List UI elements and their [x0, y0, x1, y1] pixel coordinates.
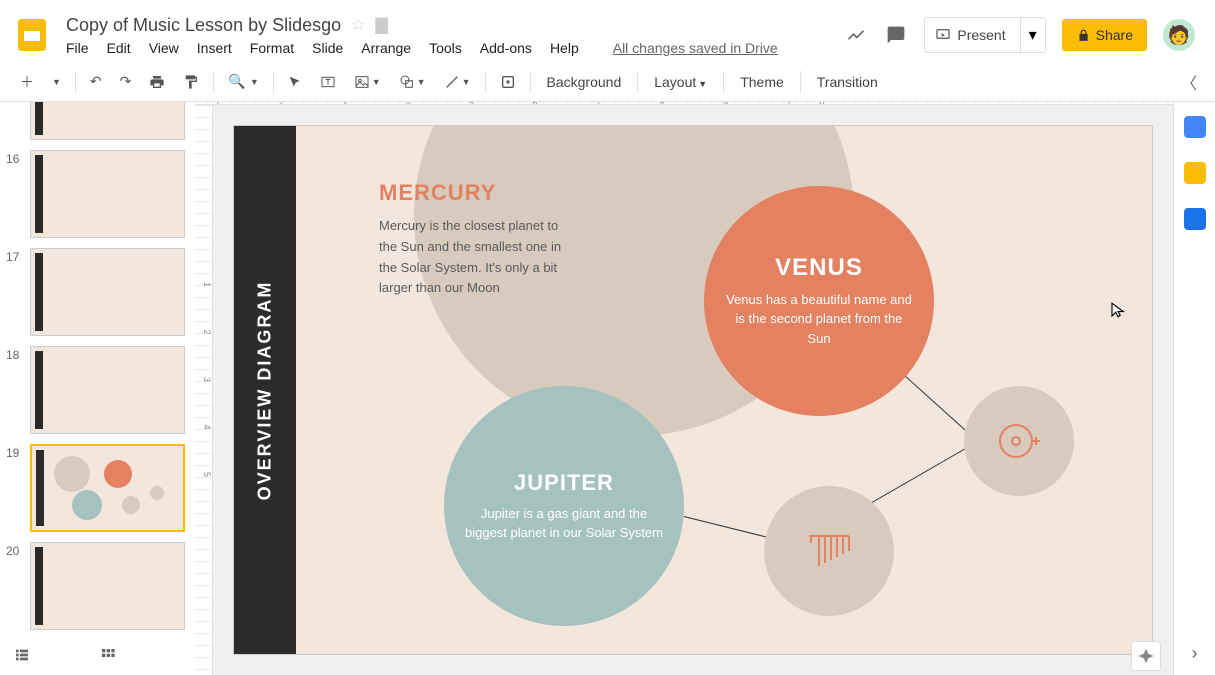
star-icon[interactable]: ☆: [351, 15, 365, 35]
venus-circle[interactable]: VENUS Venus has a beautiful name and is …: [704, 186, 934, 416]
present-button[interactable]: Present ▾: [924, 17, 1045, 53]
menu-edit[interactable]: Edit: [107, 40, 131, 56]
filmstrip-slide-17[interactable]: 17: [6, 248, 185, 336]
mercury-title: MERCURY: [379, 180, 569, 206]
background-button[interactable]: Background: [537, 74, 632, 90]
connector-line: [684, 516, 776, 540]
menubar: File Edit View Insert Format Slide Arran…: [66, 40, 844, 56]
explore-button[interactable]: [1131, 641, 1161, 671]
menu-format[interactable]: Format: [250, 40, 294, 56]
jupiter-title: JUPITER: [514, 470, 614, 496]
mercury-body: Mercury is the closest planet to the Sun…: [379, 216, 569, 299]
filmstrip-slide-18[interactable]: 18: [6, 346, 185, 434]
redo-button[interactable]: ↷: [112, 67, 140, 96]
xylophone-icon-circle[interactable]: [764, 486, 894, 616]
main: 15 16 17 18 19 20: [0, 102, 1215, 675]
folder-icon[interactable]: ▇: [376, 15, 388, 35]
menu-view[interactable]: View: [149, 40, 179, 56]
menu-slide[interactable]: Slide: [312, 40, 343, 56]
activity-icon[interactable]: [844, 23, 868, 47]
xylophone-icon: [799, 521, 859, 581]
textbox-tool[interactable]: [312, 68, 344, 96]
menu-insert[interactable]: Insert: [197, 40, 232, 56]
image-tool[interactable]: ▼: [346, 68, 389, 96]
filmstrip-slide-19[interactable]: 19: [6, 444, 185, 532]
comment-tool[interactable]: [492, 68, 524, 96]
jupiter-circle[interactable]: JUPITER Jupiter is a gas giant and the b…: [444, 386, 684, 626]
print-button[interactable]: [141, 68, 173, 96]
header-right: Present ▾ Share 🧑: [844, 17, 1195, 53]
transition-button[interactable]: Transition: [807, 74, 888, 90]
menu-tools[interactable]: Tools: [429, 40, 462, 56]
toolbar: ＋ ▼ ↶ ↷ 🔍 ▼ ▼ ▼ ▼ Background Layout▼ The…: [0, 62, 1215, 102]
slides-logo: [12, 15, 52, 55]
list-view-icon[interactable]: [14, 647, 30, 668]
theme-button[interactable]: Theme: [730, 74, 794, 90]
present-caret[interactable]: ▾: [1020, 18, 1045, 52]
venus-body: Venus has a beautiful name and is the se…: [724, 290, 914, 349]
select-tool[interactable]: [280, 69, 310, 95]
ruler-horizontal: 1 2 3 4 5 6 7 8 9 10: [195, 102, 1173, 105]
jupiter-body: Jupiter is a gas giant and the biggest p…: [464, 504, 664, 543]
filmstrip-slide-20[interactable]: 20: [6, 542, 185, 630]
menu-arrange[interactable]: Arrange: [361, 40, 411, 56]
undo-button[interactable]: ↶: [82, 67, 110, 96]
comments-icon[interactable]: [884, 23, 908, 47]
venus-title: VENUS: [775, 254, 863, 282]
expand-panel-icon[interactable]: ›: [1183, 641, 1207, 665]
doc-title[interactable]: Copy of Music Lesson by Slidesgo: [66, 15, 341, 36]
slide-canvas[interactable]: OVERVIEW DIAGRAM MERCURY Mercury is the …: [233, 125, 1153, 655]
drum-icon-circle[interactable]: [964, 386, 1074, 496]
canvas-area: 1 2 3 4 5 6 7 8 9 10 1 2 3 4 5 OVERVIEW …: [195, 102, 1173, 675]
layout-button[interactable]: Layout▼: [644, 74, 717, 90]
ruler-vertical: 1 2 3 4 5: [195, 105, 213, 675]
app-header: Copy of Music Lesson by Slidesgo ☆ ▇ Fil…: [0, 0, 1215, 62]
keep-icon[interactable]: [1184, 162, 1206, 184]
save-status[interactable]: All changes saved in Drive: [613, 40, 778, 56]
tasks-icon[interactable]: [1184, 208, 1206, 230]
avatar[interactable]: 🧑: [1163, 19, 1195, 51]
drum-icon: [994, 416, 1044, 466]
collapse-toolbar[interactable]: 〈: [1175, 64, 1203, 100]
share-button[interactable]: Share: [1062, 19, 1147, 51]
filmstrip-slide-16[interactable]: 16: [6, 150, 185, 238]
menu-addons[interactable]: Add-ons: [480, 40, 532, 56]
title-area: Copy of Music Lesson by Slidesgo ☆ ▇ Fil…: [66, 15, 844, 56]
share-label: Share: [1096, 27, 1133, 43]
slide-sidebar-label: OVERVIEW DIAGRAM: [234, 126, 296, 654]
menu-file[interactable]: File: [66, 40, 89, 56]
present-label: Present: [957, 27, 1005, 43]
new-slide-button[interactable]: ＋: [12, 66, 42, 98]
cursor-icon: [1109, 301, 1127, 324]
filmstrip-footer: [0, 639, 195, 675]
grid-view-icon[interactable]: [100, 647, 116, 668]
filmstrip[interactable]: 15 16 17 18 19 20: [0, 102, 195, 675]
filmstrip-slide-15[interactable]: 15: [6, 102, 185, 140]
new-slide-caret[interactable]: ▼: [44, 71, 69, 93]
connector-line: [872, 447, 968, 503]
mercury-text[interactable]: MERCURY Mercury is the closest planet to…: [379, 180, 569, 299]
menu-help[interactable]: Help: [550, 40, 579, 56]
calendar-icon[interactable]: [1184, 116, 1206, 138]
side-panel: ›: [1173, 102, 1215, 675]
shape-tool[interactable]: ▼: [391, 68, 434, 96]
line-tool[interactable]: ▼: [436, 68, 479, 96]
paint-format-button[interactable]: [175, 68, 207, 96]
zoom-button[interactable]: 🔍 ▼: [220, 67, 266, 96]
